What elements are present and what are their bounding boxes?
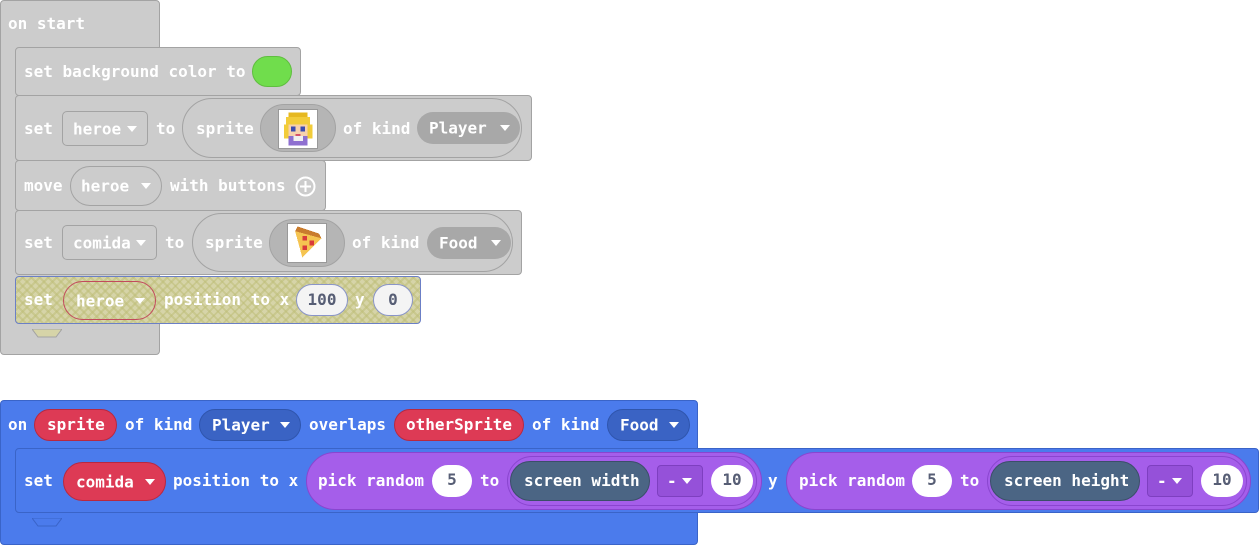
operator-label: -: [667, 471, 677, 491]
chevron-down-icon: [280, 422, 290, 428]
subtract-value-input[interactable]: 10: [711, 465, 753, 497]
sprite-label: sprite: [205, 233, 263, 252]
variable-dropdown-heroe[interactable]: heroe: [70, 166, 162, 206]
screen-width-reporter[interactable]: screen width: [510, 461, 650, 501]
position-to-x-label: position to x: [173, 471, 299, 490]
pizza-sprite-icon: [287, 223, 327, 263]
kind-label: Player: [212, 415, 270, 435]
chevron-down-icon: [141, 183, 151, 189]
variable-dropdown-comida[interactable]: comida: [62, 225, 157, 260]
block-notch: [31, 512, 63, 527]
pick-random-label: pick random: [799, 471, 905, 490]
variable-dropdown-label: heroe: [76, 291, 125, 310]
sprite-parameter-label: sprite: [47, 415, 105, 434]
operator-dropdown[interactable]: -: [657, 465, 703, 497]
chevron-down-icon: [135, 297, 145, 304]
chevron-down-icon: [682, 478, 692, 484]
set-label: set: [24, 119, 53, 138]
kind-dropdown-food[interactable]: Food: [607, 409, 690, 441]
to-label: to: [165, 233, 185, 252]
set-label: set: [24, 471, 53, 490]
operator-dropdown[interactable]: -: [1147, 465, 1193, 497]
to-label: to: [156, 119, 176, 138]
chevron-down-icon: [669, 422, 679, 428]
sprite-label: sprite: [196, 119, 254, 138]
block-notch: [31, 323, 63, 338]
chevron-down-icon: [145, 478, 155, 485]
set-background-label: set background color to: [24, 62, 246, 81]
kind-label: Food: [439, 233, 478, 253]
variable-dropdown-label: comida: [73, 233, 131, 252]
variable-dropdown-label: comida: [76, 472, 134, 491]
princess-sprite-icon: [278, 109, 318, 149]
set-label: set: [24, 290, 53, 309]
sprite-parameter[interactable]: sprite: [34, 409, 117, 441]
screen-height-label: screen height: [1004, 471, 1130, 490]
variable-dropdown-heroe[interactable]: heroe: [62, 111, 148, 146]
move-label: move: [24, 176, 63, 195]
background-color-swatch[interactable]: [252, 56, 292, 87]
chevron-down-icon: [500, 125, 510, 131]
random-min-input[interactable]: 5: [432, 465, 472, 497]
chevron-down-icon: [491, 240, 501, 246]
to-label: to: [960, 471, 980, 490]
with-buttons-label: with buttons: [170, 176, 286, 195]
of-kind-label: of kind: [532, 415, 600, 434]
pick-random-label: pick random: [318, 471, 424, 490]
other-sprite-parameter[interactable]: otherSprite: [394, 409, 524, 441]
random-min-input[interactable]: 5: [912, 465, 952, 497]
subtract-value-input[interactable]: 10: [1201, 465, 1243, 497]
screen-height-reporter[interactable]: screen height: [990, 461, 1140, 501]
variable-dropdown-heroe[interactable]: heroe: [63, 281, 156, 320]
on-start-label: on start: [8, 14, 86, 33]
set-label: set: [24, 233, 53, 252]
of-kind-label: of kind: [125, 415, 193, 434]
of-kind-label: of kind: [352, 233, 420, 252]
y-label: y: [355, 290, 365, 309]
position-to-x-label: position to x: [164, 290, 290, 309]
overlaps-label: overlaps: [309, 415, 387, 434]
y-label: y: [768, 471, 778, 490]
chevron-down-icon: [1172, 478, 1182, 484]
kind-dropdown-player[interactable]: Player: [417, 112, 520, 144]
plus-icon[interactable]: [295, 176, 316, 197]
kind-label: Player: [429, 118, 487, 138]
kind-dropdown-food[interactable]: Food: [427, 227, 511, 259]
of-kind-label: of kind: [343, 119, 411, 138]
screen-width-label: screen width: [524, 471, 640, 490]
x-value-input[interactable]: 100: [296, 284, 348, 316]
y-value-input[interactable]: 0: [373, 284, 413, 316]
kind-label: Food: [620, 415, 659, 435]
variable-dropdown-label: heroe: [73, 119, 122, 138]
variable-dropdown-comida[interactable]: comida: [63, 462, 166, 501]
on-label: on: [8, 415, 28, 434]
chevron-down-icon: [127, 125, 137, 132]
kind-dropdown-player[interactable]: Player: [199, 409, 301, 441]
variable-dropdown-label: heroe: [81, 176, 130, 196]
other-sprite-parameter-label: otherSprite: [406, 415, 512, 434]
operator-label: -: [1157, 471, 1167, 491]
chevron-down-icon: [136, 239, 146, 246]
to-label: to: [480, 471, 500, 490]
